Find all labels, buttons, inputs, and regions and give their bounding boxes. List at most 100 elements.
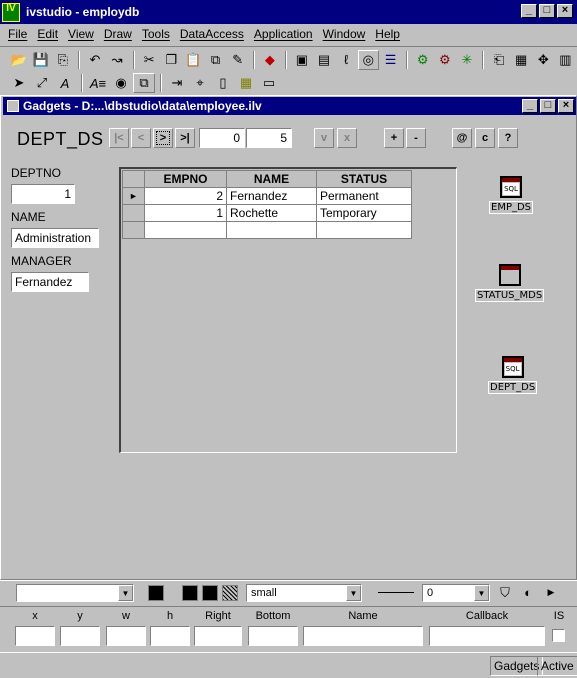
cell-empno[interactable]: 2 [144, 187, 227, 205]
bottom-field[interactable] [248, 626, 298, 646]
h-field[interactable] [150, 626, 190, 646]
chevron-down-icon[interactable]: ▼ [346, 584, 361, 601]
line-width-combo[interactable]: 0 ▼ [422, 583, 490, 602]
font-size-combo[interactable]: small ▼ [246, 583, 362, 602]
app-icon[interactable]: IV [2, 2, 20, 22]
column-header-name[interactable]: NAME [226, 170, 317, 188]
eraser-icon[interactable]: ✎ [227, 50, 248, 70]
x-field[interactable] [15, 626, 55, 646]
copy-file-icon[interactable]: ⎘ [52, 50, 73, 70]
cell-empno[interactable] [144, 221, 227, 239]
right-field[interactable] [194, 626, 242, 646]
pages-icon[interactable]: ⎗ [488, 50, 509, 70]
gadget-edit-icon[interactable]: ⚙ [434, 50, 455, 70]
row-marker[interactable] [122, 221, 145, 239]
open-file-icon[interactable]: 📂 [8, 50, 29, 70]
arrow-style-icon[interactable]: ⛉ [494, 583, 516, 603]
toggle-icon[interactable]: ▭ [258, 73, 280, 93]
diamond-icon[interactable]: ◆ [259, 50, 280, 70]
row-count-field[interactable]: 5 [246, 128, 292, 148]
column-header-status[interactable]: STATUS [316, 170, 412, 188]
child-close-button[interactable]: × [558, 99, 574, 113]
background-color-swatch[interactable] [182, 584, 198, 601]
prev-record-button[interactable]: < [131, 128, 151, 148]
cell-name[interactable]: Rochette [226, 204, 317, 222]
redo-icon[interactable]: ↝ [107, 50, 128, 70]
menu-view[interactable]: View [64, 27, 98, 41]
row-index-field[interactable]: 0 [199, 128, 245, 148]
select-arrow-icon[interactable]: ➤ [8, 73, 30, 93]
gadget-tool-icon[interactable]: ⧉ [133, 73, 155, 93]
app-title-bar[interactable]: IV ivstudio - employdb _ □ × [0, 0, 577, 24]
validate-button[interactable]: v [314, 128, 334, 148]
save-icon[interactable]: 💾 [30, 50, 51, 70]
cell-name[interactable]: Fernandez [226, 187, 317, 205]
next-record-button[interactable]: > [153, 128, 173, 148]
menu-dataaccess[interactable]: DataAccess [176, 27, 248, 41]
y-field[interactable] [60, 626, 100, 646]
cancel-button[interactable]: x [337, 128, 357, 148]
undo-icon[interactable]: ↶ [84, 50, 105, 70]
insert-button[interactable]: + [384, 128, 404, 148]
w-field[interactable] [106, 626, 146, 646]
magic-icon[interactable]: ✳ [456, 50, 477, 70]
foreground-color-swatch[interactable] [148, 584, 164, 601]
minimize-button[interactable]: _ [521, 4, 537, 18]
puzzle-icon[interactable]: ✥ [533, 50, 554, 70]
fill-color-swatch[interactable] [202, 584, 218, 601]
column-header-empno[interactable]: EMPNO [144, 170, 227, 188]
tab-order-icon[interactable]: ⇥ [166, 73, 188, 93]
cell-status[interactable]: Permanent [316, 187, 412, 205]
table-row-empty[interactable] [122, 221, 412, 239]
window-list-icon[interactable]: ▥ [555, 50, 576, 70]
paste-icon[interactable]: 📋 [183, 50, 204, 70]
menu-file[interactable]: File [4, 27, 31, 41]
cell-empno[interactable]: 1 [144, 204, 227, 222]
copy-icon[interactable]: ❐ [161, 50, 182, 70]
menu-window[interactable]: Window [319, 27, 370, 41]
align-icon[interactable]: ☰ [380, 50, 401, 70]
chevron-down-icon[interactable]: ▼ [474, 584, 489, 601]
maximize-button[interactable]: □ [539, 4, 555, 18]
line-style-sample[interactable] [378, 592, 414, 593]
text-tool-icon[interactable]: A [54, 73, 76, 93]
row-marker[interactable]: ► [122, 187, 145, 205]
child-minimize-button[interactable]: _ [522, 99, 538, 113]
at-button[interactable]: @ [452, 128, 472, 148]
emp-ds-object[interactable]: SQL EMP_DS [489, 176, 534, 214]
inspector-icon[interactable]: ◎ [357, 49, 379, 70]
employee-table[interactable]: EMPNO NAME STATUS ► 2 Fernandez Permanen… [119, 167, 457, 453]
chevron-down-icon[interactable]: ▼ [118, 584, 133, 601]
cut-icon[interactable]: ✂ [139, 50, 160, 70]
name-field[interactable]: Administration [11, 228, 99, 248]
menu-tools[interactable]: Tools [138, 27, 174, 41]
last-record-button[interactable]: >| [175, 128, 195, 148]
menu-draw[interactable]: Draw [100, 27, 136, 41]
paste-special-icon[interactable]: ⧉ [205, 50, 226, 70]
menu-edit[interactable]: Edit [33, 27, 62, 41]
row-marker[interactable] [122, 204, 145, 222]
first-record-button[interactable]: |< [109, 128, 129, 148]
status-mds-object[interactable]: STATUS_MDS [475, 264, 545, 302]
font-family-combo[interactable]: ▼ [16, 583, 134, 602]
font-tool-icon[interactable]: A≡ [87, 73, 109, 93]
ungroup-icon[interactable]: ▤ [314, 50, 335, 70]
c-button[interactable]: c [475, 128, 495, 148]
grid-icon[interactable]: ▦ [511, 50, 532, 70]
table-row[interactable]: ► 2 Fernandez Permanent [122, 187, 412, 205]
gadgets-title-bar[interactable]: Gadgets - D:...\dbstudio\data\employee.i… [3, 97, 576, 115]
table-icon[interactable]: ▦ [235, 73, 257, 93]
link-tool-icon[interactable]: ⤢ [31, 73, 53, 93]
pie-style-icon[interactable]: ◐ [517, 583, 539, 603]
table-row[interactable]: 1 Rochette Temporary [122, 204, 412, 222]
focus-icon[interactable]: ⌖ [189, 73, 211, 93]
cell-name[interactable] [226, 221, 317, 239]
cell-status[interactable]: Temporary [316, 204, 412, 222]
dept-ds-object[interactable]: SQL DEPT_DS [488, 356, 538, 394]
child-maximize-button[interactable]: □ [540, 99, 556, 113]
manager-field[interactable]: Fernandez [11, 272, 89, 292]
menu-help[interactable]: Help [371, 27, 404, 41]
gadget-icon[interactable]: ⚙ [412, 50, 433, 70]
deptno-field[interactable]: 1 [11, 184, 75, 204]
cell-status[interactable] [316, 221, 412, 239]
